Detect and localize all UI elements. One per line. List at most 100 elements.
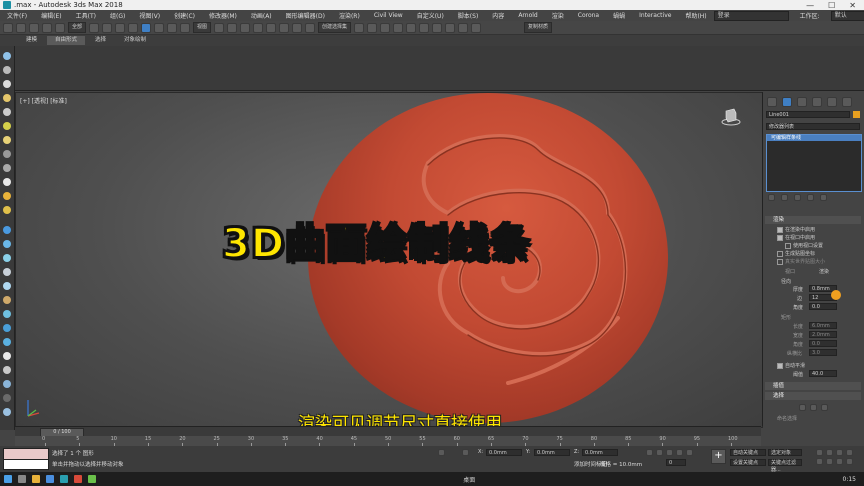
object-name-field[interactable]: Line001 — [766, 111, 850, 118]
rectangular-radio[interactable]: 矩形 — [781, 314, 791, 321]
display-tab-icon[interactable] — [827, 97, 837, 107]
torus-icon[interactable] — [3, 380, 11, 388]
remove-modifier-icon[interactable] — [807, 194, 814, 201]
wood-icon[interactable] — [3, 296, 11, 304]
select-object-icon[interactable] — [89, 22, 100, 33]
rollout-interpolation[interactable]: 插值 — [765, 382, 861, 390]
generate-mapping-checkbox[interactable]: 生成贴图坐标 — [777, 250, 815, 257]
pin-stack-icon[interactable] — [768, 194, 775, 201]
cube-icon[interactable] — [3, 394, 11, 402]
link-icon[interactable] — [29, 22, 39, 33]
teapot-icon[interactable] — [3, 408, 11, 416]
placement-icon[interactable] — [180, 22, 191, 33]
copy-material-button[interactable]: 复制材质 — [524, 22, 553, 33]
tab-modeling[interactable]: 建模 — [18, 36, 45, 45]
previous-frame-icon[interactable] — [656, 449, 663, 456]
app-icon[interactable] — [74, 475, 82, 483]
go-to-end-icon[interactable] — [686, 449, 693, 456]
schematic-view-icon[interactable] — [419, 22, 430, 33]
render-setup-icon[interactable] — [445, 22, 456, 33]
zoom-extents-icon[interactable] — [836, 449, 843, 456]
cloud-icon[interactable] — [3, 136, 11, 144]
menu-create[interactable]: 创建(C) — [167, 11, 202, 20]
use-viewport-settings-checkbox[interactable]: 使用视口设置 — [785, 242, 823, 249]
zoom-all-icon[interactable] — [826, 449, 833, 456]
spline-select-icon[interactable] — [821, 404, 828, 411]
mirror-icon[interactable] — [354, 22, 365, 33]
minimize-button[interactable]: — — [806, 1, 814, 10]
globe-icon[interactable] — [3, 324, 11, 332]
hierarchy-tab-icon[interactable] — [797, 97, 807, 107]
enable-in-viewport-checkbox[interactable]: 在视口中启用 — [777, 234, 815, 241]
zoom-icon[interactable] — [816, 449, 823, 456]
orbit-icon[interactable] — [836, 458, 843, 465]
close-button[interactable]: ✕ — [849, 1, 856, 10]
water-icon[interactable] — [3, 240, 11, 248]
make-unique-icon[interactable] — [794, 194, 801, 201]
utilities-tab-icon[interactable] — [842, 97, 852, 107]
lock-selection-icon[interactable] — [438, 449, 445, 456]
cone-icon[interactable] — [3, 80, 11, 88]
menu-content[interactable]: 内容 — [485, 11, 511, 20]
maximize-viewport-icon[interactable] — [846, 458, 853, 465]
bind-spacewarp-icon[interactable] — [55, 22, 65, 33]
aspect-field[interactable]: 3.0 — [809, 349, 837, 356]
tab-object-paint[interactable]: 对象绘制 — [116, 36, 154, 45]
cloth-icon[interactable] — [3, 254, 11, 262]
maxscript-input[interactable] — [3, 459, 49, 470]
configure-sets-icon[interactable] — [820, 194, 827, 201]
app2-icon[interactable] — [88, 475, 96, 483]
spinner-snap-icon[interactable] — [292, 22, 303, 33]
target-icon[interactable] — [3, 150, 11, 158]
render-frame-icon[interactable] — [458, 22, 469, 33]
play-icon[interactable] — [666, 449, 673, 456]
3dsmax-taskbar-icon[interactable] — [60, 475, 68, 483]
relative-mode-icon[interactable] — [462, 449, 469, 456]
real-world-map-checkbox[interactable]: 真实世界贴图大小 — [777, 258, 825, 265]
modifier-stack[interactable]: 可编辑样条线 — [766, 134, 862, 192]
go-to-start-icon[interactable] — [646, 449, 653, 456]
browser-icon[interactable] — [46, 475, 54, 483]
stone-icon[interactable] — [3, 268, 11, 276]
mesh-icon[interactable] — [3, 122, 11, 130]
rollout-selection[interactable]: 选择 — [765, 392, 861, 400]
menu-animation[interactable]: 动画(A) — [244, 11, 279, 20]
bulb-icon[interactable] — [3, 94, 11, 102]
stack-item-editable-spline[interactable]: 可编辑样条线 — [767, 135, 861, 141]
angle-snap-icon[interactable] — [266, 22, 277, 33]
enable-in-renderer-checkbox[interactable]: 在渲染中启用 — [777, 226, 815, 233]
sun-icon[interactable] — [3, 192, 11, 200]
menu-views[interactable]: 视图(V) — [132, 11, 167, 20]
menu-graph-editors[interactable]: 图形编辑器(D) — [279, 11, 332, 20]
modifier-list-select[interactable]: 修改器列表 — [766, 123, 860, 130]
viewcube-icon[interactable] — [721, 107, 741, 127]
render-icon[interactable] — [471, 22, 482, 33]
select-rotate-icon[interactable] — [154, 22, 165, 33]
pivot-center-icon[interactable] — [214, 22, 225, 33]
tab-freeform[interactable]: 自由形式 — [47, 36, 86, 45]
ice-icon[interactable] — [3, 310, 11, 318]
menu-edit[interactable]: 编辑(E) — [34, 11, 68, 20]
set-key-plus-icon[interactable]: + — [711, 449, 726, 464]
next-frame-icon[interactable] — [676, 449, 683, 456]
auto-smooth-checkbox[interactable]: 自动平滑 — [777, 362, 805, 369]
signin-button[interactable]: 登录 — [713, 10, 789, 21]
maximize-button[interactable]: ☐ — [828, 1, 835, 10]
tab-selection[interactable]: 选择 — [87, 36, 114, 45]
select-scale-icon[interactable] — [167, 22, 178, 33]
rect-selection-icon[interactable] — [115, 22, 126, 33]
menu-group[interactable]: 组(G) — [103, 11, 132, 20]
render-radio[interactable]: 渲染 — [819, 268, 829, 275]
fov-icon[interactable] — [816, 458, 823, 465]
named-selection-select[interactable]: 创建选择集 — [318, 22, 352, 33]
key-filters-button[interactable]: 关键点过滤器... — [768, 459, 802, 473]
selected-object-select[interactable]: 选定对象 — [768, 449, 802, 456]
snap-toggle-icon[interactable] — [253, 22, 264, 33]
menu-scripting[interactable]: 脚本(S) — [451, 11, 486, 20]
rollout-rendering[interactable]: 渲染 — [765, 216, 861, 224]
cylinder-icon[interactable] — [3, 366, 11, 374]
menu-modifiers[interactable]: 修改器(M) — [202, 11, 244, 20]
viewport-label[interactable]: [+] [透视] [标准] — [20, 96, 67, 105]
desktop-label[interactable]: 桌面 — [463, 475, 475, 484]
menu-file[interactable]: 文件(F) — [0, 11, 34, 20]
